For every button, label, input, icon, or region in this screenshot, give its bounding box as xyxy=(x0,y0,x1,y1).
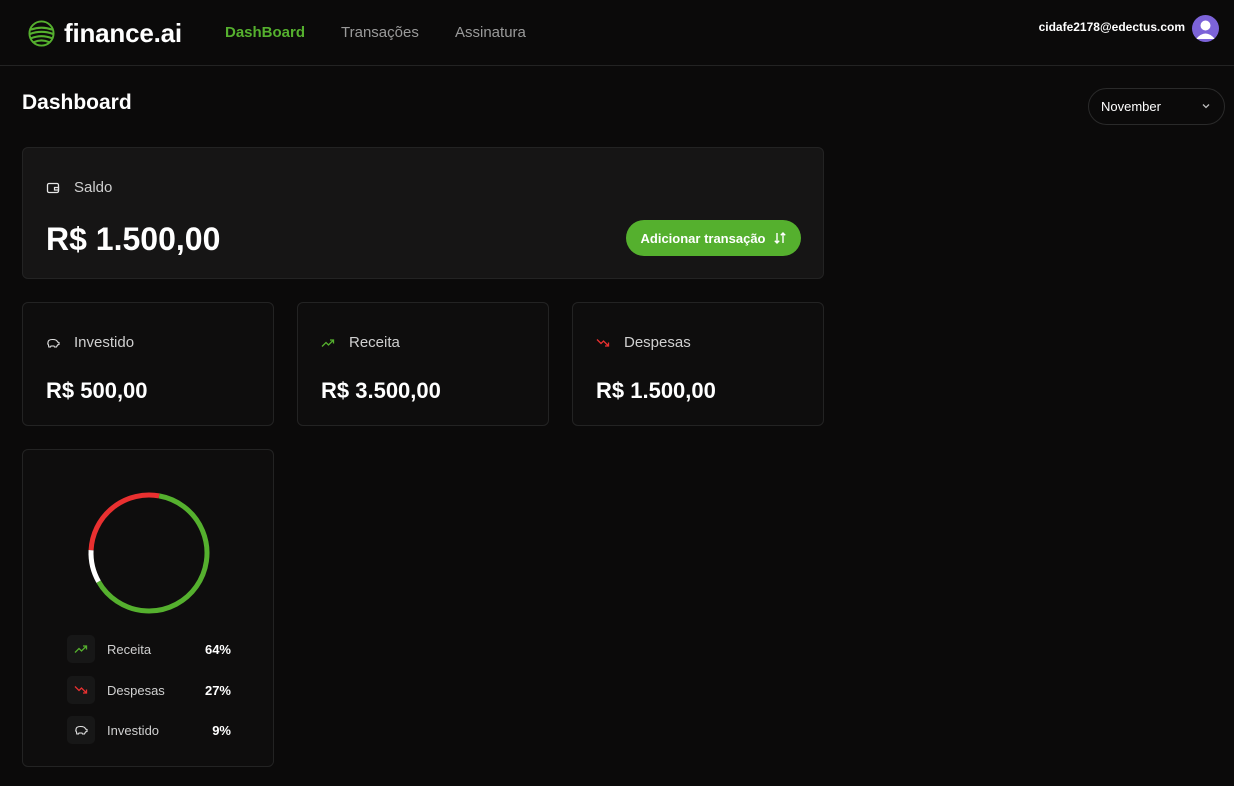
legend-percentage: 27% xyxy=(204,683,231,698)
piggy-bank-icon xyxy=(75,725,88,735)
expenses-label-row: Despesas xyxy=(596,334,691,351)
nav-dashboard[interactable]: DashBoard xyxy=(225,24,305,41)
income-label-row: Receita xyxy=(321,334,400,351)
trending-up-icon xyxy=(321,338,335,347)
chevron-down-icon xyxy=(1202,104,1210,109)
income-card: Receita R$ 3.500,00 xyxy=(297,302,549,426)
logo-icon xyxy=(28,20,55,47)
piggy-bank-icon xyxy=(47,338,60,348)
income-label: Receita xyxy=(349,334,400,351)
nav-transactions[interactable]: Transações xyxy=(341,24,419,41)
invested-label: Investido xyxy=(74,334,135,351)
invested-value: R$ 500,00 xyxy=(46,378,148,403)
legend-income-icon-box xyxy=(67,635,95,663)
expenses-label: Despesas xyxy=(624,334,691,351)
balance-label-row: Saldo xyxy=(46,179,112,196)
balance-label: Saldo xyxy=(74,179,113,196)
legend-percentage: 64% xyxy=(204,642,231,657)
balance-value: R$ 1.500,00 xyxy=(46,221,221,257)
wallet-icon xyxy=(46,182,60,193)
add-transaction-label: Adicionar transação xyxy=(640,230,766,246)
legend-label: Receita xyxy=(107,642,152,657)
add-transaction-button[interactable]: Adicionar transação xyxy=(626,220,801,256)
legend-item-invested: Investido 9% xyxy=(67,716,231,744)
expenses-value: R$ 1.500,00 xyxy=(596,378,716,403)
legend-item-expenses: Despesas 27% xyxy=(67,676,231,704)
donut-slice-investido xyxy=(88,550,101,583)
avatar[interactable] xyxy=(1192,15,1219,42)
balance-card: Saldo R$ 1.500,00 xyxy=(22,147,824,279)
invested-card: Investido R$ 500,00 xyxy=(22,302,274,426)
legend-label: Investido xyxy=(107,723,160,738)
legend-item-income: Receita 64% xyxy=(67,635,231,663)
legend-percentage: 9% xyxy=(212,723,231,738)
logo-text: finance.ai xyxy=(64,18,182,48)
user-icon xyxy=(1196,20,1215,39)
donut-chart xyxy=(88,492,210,614)
page-title: Dashboard xyxy=(22,91,132,114)
trending-down-icon xyxy=(74,686,88,694)
trending-up-icon xyxy=(74,645,88,653)
logo[interactable]: finance.ai xyxy=(28,18,182,49)
donut-slice-despesas xyxy=(88,492,160,551)
legend-label: Despesas xyxy=(107,683,165,698)
trending-down-icon xyxy=(596,338,610,347)
month-select[interactable]: November xyxy=(1088,88,1225,125)
nav-subscription[interactable]: Assinatura xyxy=(455,24,526,41)
donut-slice-receita xyxy=(96,493,210,614)
legend-expenses-icon-box xyxy=(67,676,95,704)
month-select-value: November xyxy=(1101,99,1161,114)
legend-invested-icon-box xyxy=(67,716,95,744)
top-navigation-bar: finance.ai DashBoard Transações Assinatu… xyxy=(0,0,1234,66)
expenses-card: Despesas R$ 1.500,00 xyxy=(572,302,824,426)
arrow-up-down-icon xyxy=(773,232,786,244)
income-value: R$ 3.500,00 xyxy=(321,378,441,403)
invested-label-row: Investido xyxy=(46,334,134,351)
user-email[interactable]: cidafe2178@edectus.com xyxy=(1039,20,1185,34)
